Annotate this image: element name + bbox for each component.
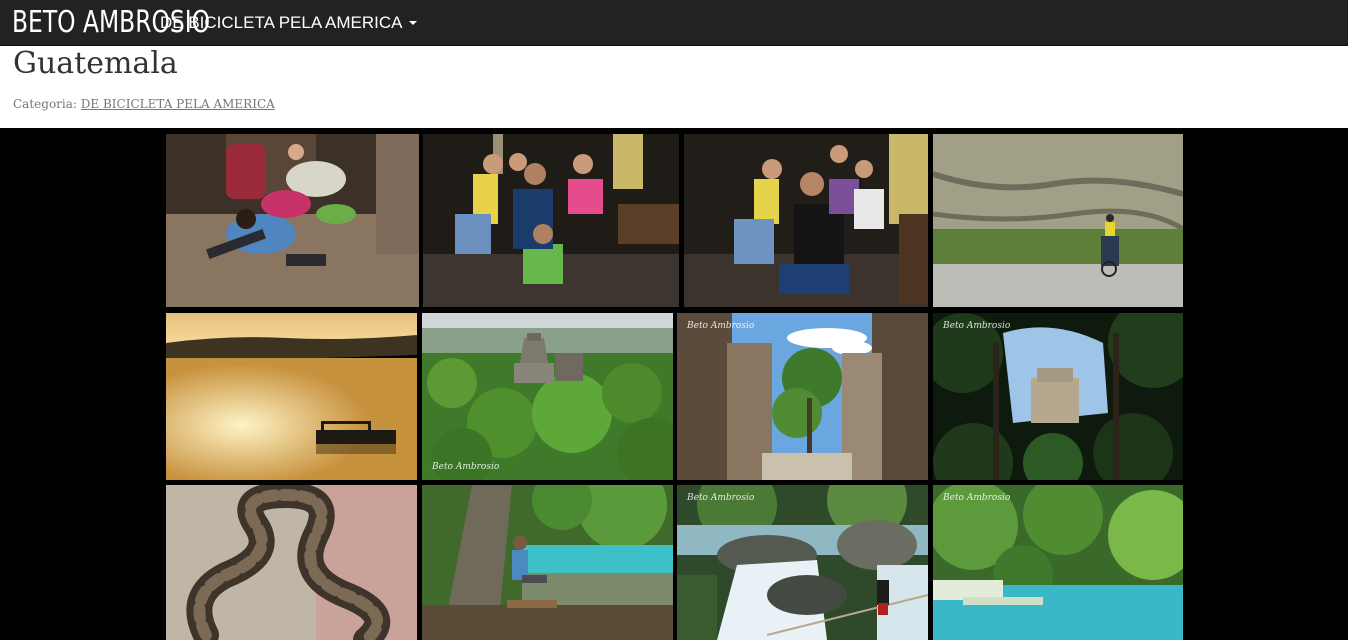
photo-family-floor-play[interactable] (166, 134, 419, 307)
photo-group-kids-night[interactable] (423, 134, 679, 307)
photo-temple-through-jungle[interactable]: Beto Ambrosio (933, 313, 1183, 480)
photo-sunset-lake-boat[interactable] (166, 313, 417, 480)
photographer-signature: Beto Ambrosio (687, 321, 755, 331)
photo-image (933, 313, 1183, 480)
photo-turquoise-pools-jungle[interactable]: Beto Ambrosio (933, 485, 1183, 640)
photo-image (933, 485, 1183, 640)
photo-image (423, 134, 679, 307)
photographer-signature: Beto Ambrosio (943, 321, 1011, 331)
photo-gallery: Beto Ambrosio Beto Ambrosio Beto Ambrosi… (0, 128, 1348, 640)
photographer-signature: Beto Ambrosio (687, 493, 755, 503)
category-line: Categoria: DE BICICLETA PELA AMERICA (13, 97, 275, 111)
photo-ruins-walls-tree[interactable]: Beto Ambrosio (677, 313, 928, 480)
photo-image (684, 134, 928, 307)
site-brand-logo[interactable]: BETO AMBROSIO (12, 5, 210, 40)
photographer-signature: Beto Ambrosio (943, 493, 1011, 503)
category-prefix: Categoria: (13, 97, 77, 111)
page-title: Guatemala (13, 46, 178, 81)
photo-group-kids-night-2[interactable] (684, 134, 928, 307)
photo-image (166, 485, 417, 640)
photo-waterfall-rapids[interactable]: Beto Ambrosio (677, 485, 928, 640)
category-link[interactable]: DE BICICLETA PELA AMERICA (81, 97, 275, 111)
photo-image (422, 485, 673, 640)
photo-tikal-temple-jungle[interactable]: Beto Ambrosio (422, 313, 673, 480)
photo-image (422, 313, 673, 480)
post-header: Guatemala Categoria: DE BICICLETA PELA A… (0, 46, 1348, 128)
photo-image (933, 134, 1183, 307)
photo-boa-snake[interactable] (166, 485, 417, 640)
top-navbar: BETO AMBROSIO DE BICICLETA PELA AMERICA (0, 0, 1348, 46)
caret-down-icon (408, 20, 417, 25)
photo-image (166, 313, 417, 480)
photo-image (677, 313, 928, 480)
photo-image (677, 485, 928, 640)
photo-image (166, 134, 419, 307)
photo-cyclist-road-rockface[interactable] (933, 134, 1183, 307)
photographer-signature: Beto Ambrosio (432, 462, 500, 472)
photo-man-sitting-turquoise-pool[interactable] (422, 485, 673, 640)
